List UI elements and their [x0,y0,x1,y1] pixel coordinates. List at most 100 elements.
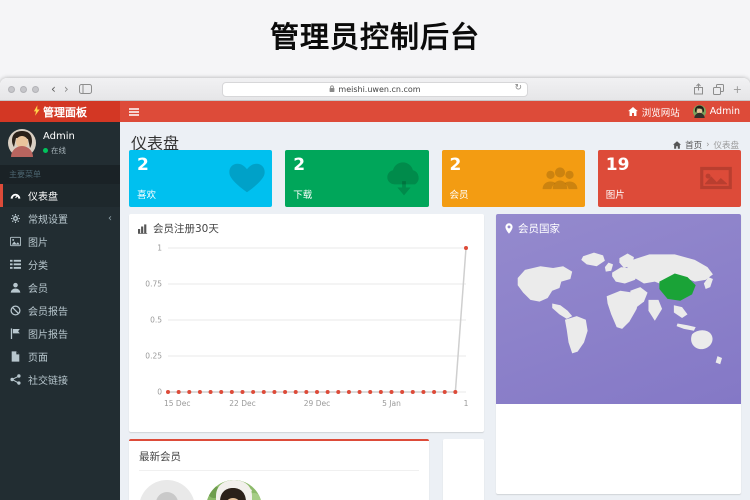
share-icon [10,374,22,385]
gear-icon [10,213,22,224]
map-title: 会员国家 [518,223,560,235]
sidebar-item-member-reports[interactable]: 会员报告 [0,299,120,322]
content-area: 仪表盘 首页 › 仪表盘 2 喜欢 2 下载 2 会员 19 图片 会员注册30… [120,122,750,500]
chevron-left-icon: ‹ [108,213,112,224]
lock-icon [329,84,335,95]
close-window-button[interactable] [8,85,15,93]
minimize-window-button[interactable] [20,85,27,93]
page-banner: 管理员控制后台 [0,0,750,78]
user-icon [10,282,22,293]
brand-logo[interactable]: 管理面板 [0,101,120,122]
user-menu[interactable]: Admin [692,105,740,118]
user-name: Admin [709,106,740,117]
member-placeholder-avatar[interactable] [139,480,195,500]
sidebar-item-social-links[interactable]: 社交链接 [0,368,120,391]
share-icon[interactable] [693,80,704,99]
stat-box-images: 19 图片 [597,150,741,207]
sidebar-item-image-reports[interactable]: 图片报告 [0,322,120,345]
bolt-icon [33,104,40,119]
tabs-icon[interactable] [712,80,724,99]
browse-site-link[interactable]: 浏览网站 [627,105,680,119]
user-avatar [692,105,706,118]
images-icon [697,159,735,201]
sidebar-item-pages[interactable]: 页面 [0,345,120,368]
sidebar-item-label: 会员报告 [28,307,68,318]
forward-button[interactable]: › [64,83,69,95]
sidebar-item-label: 仪表盘 [28,192,58,203]
sidebar-item-dashboard[interactable]: 仪表盘 [0,184,120,207]
map-pin-icon [505,223,513,234]
stat-box-downloads: 2 下载 [285,150,429,207]
zoom-window-button[interactable] [32,85,39,93]
member-photo-avatar[interactable] [206,480,262,500]
online-dot-icon [43,147,48,153]
window-controls [8,85,39,93]
sidebar-item-settings[interactable]: 常规设置 ‹ [0,207,120,230]
svg-text:15 Dec: 15 Dec [164,399,190,408]
sidebar-menu: 仪表盘常规设置 ‹ 图片分类会员会员报告图片报告页面社交链接 [0,184,120,391]
home-icon [673,141,682,149]
sidebar-item-label: 图片报告 [28,330,68,341]
svg-text:1: 1 [464,399,469,408]
svg-text:1: 1 [157,244,162,253]
sidebar-item-label: 分类 [28,261,48,272]
continents [517,252,723,365]
home-icon [627,107,638,116]
browse-site-label: 浏览网站 [641,107,680,119]
browser-toolbar: ‹ › meishi.uwen.cn.com ↻ + [0,78,750,101]
back-button[interactable]: ‹ [51,83,56,95]
chart-card: 会员注册30天 0 0.25 0.5 0.75 1 15 Dec 22 Dec 29 Dec 5… [129,214,484,432]
bar-chart-icon [138,223,148,234]
ban-icon [10,305,22,316]
browser-window: ‹ › meishi.uwen.cn.com ↻ + 管理面板 浏览网站 Adm… [0,78,750,500]
gauge-icon [10,190,22,201]
list-icon [10,259,22,270]
sidebar-toggle-icon[interactable] [78,84,92,94]
heart-icon [228,159,266,201]
sidebar-user-panel: Admin 在线 [0,122,120,165]
cloud-download-icon [385,159,423,201]
world-map[interactable] [505,240,732,386]
image-icon [10,236,22,247]
sidebar-item-label: 社交链接 [28,376,68,387]
latest-members-card: 最新会员 [129,439,429,500]
sidebar: Admin 在线 主要菜单 仪表盘常规设置 ‹ 图片分类会员会员报告图片报告页面社交… [0,122,120,500]
stat-box-members: 2 会员 [441,150,585,207]
map-card: 会员国家 [496,214,741,494]
app-navbar: 管理面板 浏览网站 Admin [0,101,750,122]
sidebar-section-label: 主要菜单 [0,165,120,184]
sidebar-collapse-button[interactable] [120,101,148,122]
url-text: meishi.uwen.cn.com [338,85,421,94]
sidebar-item-label: 页面 [28,353,48,364]
registrations-line-chart: 0 0.25 0.5 0.75 1 15 Dec 22 Dec 29 Dec 5 Jan 1 [145,244,469,409]
map-panel: 会员国家 [496,214,741,404]
sidebar-item-label: 常规设置 [28,215,68,226]
sidebar-item-images[interactable]: 图片 [0,230,120,253]
screenshot-stage: 管理员控制后台 ‹ › meishi.uwen.cn.com ↻ + 管理面板 … [0,0,750,500]
sidebar-item-label: 会员 [28,284,48,295]
sidebar-item-categories[interactable]: 分类 [0,253,120,276]
new-tab-icon[interactable]: + [733,84,742,95]
stat-box-likes: 2 喜欢 [129,150,273,207]
svg-text:0.75: 0.75 [145,280,162,289]
svg-text:5 Jan: 5 Jan [382,399,401,408]
svg-text:29 Dec: 29 Dec [304,399,330,408]
flag-icon [10,328,22,339]
svg-text:0: 0 [157,388,162,397]
chart-title: 会员注册30天 [153,223,219,235]
users-icon [541,159,579,201]
sidebar-user-status: 在线 [43,145,75,156]
reload-icon[interactable]: ↻ [514,83,522,93]
stat-boxes-row: 2 喜欢 2 下载 2 会员 19 图片 [129,150,741,207]
sidebar-item-members[interactable]: 会员 [0,276,120,299]
svg-text:22 Dec: 22 Dec [229,399,255,408]
banner-title: 管理员控制后台 [269,20,480,54]
svg-text:0.5: 0.5 [150,316,162,325]
file-icon [10,351,22,362]
empty-card [443,439,484,500]
address-bar[interactable]: meishi.uwen.cn.com ↻ [222,82,528,97]
svg-text:0.25: 0.25 [145,352,162,361]
brand-label: 管理面板 [43,105,87,119]
sidebar-item-label: 图片 [28,238,48,249]
latest-members-title: 最新会员 [139,449,419,471]
